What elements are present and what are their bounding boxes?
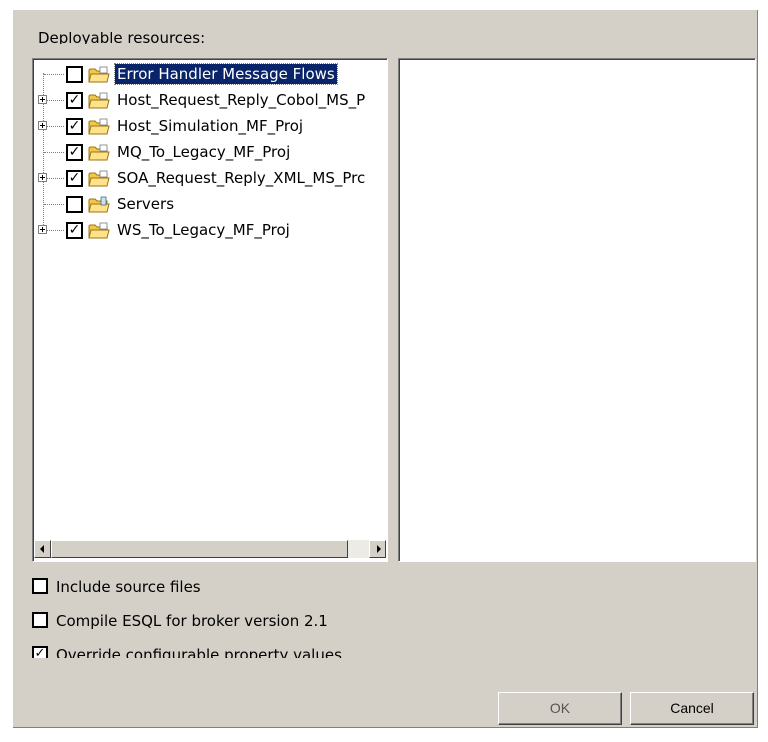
horizontal-scrollbar[interactable]: [34, 540, 386, 558]
project-folder-icon: [88, 144, 110, 161]
expand-plus-icon[interactable]: [38, 121, 47, 130]
tree-item-checkbox[interactable]: ✓: [66, 222, 83, 239]
project-folder-icon: [88, 66, 110, 83]
expand-plus-icon[interactable]: [38, 225, 47, 234]
tree-item-checkbox[interactable]: ✓: [66, 118, 83, 135]
servers-folder-icon: [88, 196, 110, 213]
compile-esql-label: Compile ESQL for broker version 2.1: [56, 612, 328, 630]
dialog-frame-right: [758, 0, 768, 742]
tree-item-checkbox[interactable]: ✓: [66, 170, 83, 187]
tree-item-ws-to-legacy[interactable]: ✓ WS_To_Legacy_MF_Proj: [33, 219, 387, 241]
tree-connector: [44, 126, 64, 127]
dialog-frame-top: [0, 0, 768, 10]
override-props-label: Override configurable property values: [56, 646, 342, 658]
tree-item-label: SOA_Request_Reply_XML_MS_Prc: [117, 169, 366, 187]
deployable-resources-tree[interactable]: Error Handler Message Flows ✓ Host_Reque…: [32, 58, 388, 562]
include-source-checkbox[interactable]: [32, 578, 48, 594]
tree-item-mq-to-legacy[interactable]: ✓ MQ_To_Legacy_MF_Proj: [33, 141, 387, 163]
expand-plus-icon[interactable]: [38, 95, 47, 104]
tree-item-checkbox[interactable]: ✓: [66, 92, 83, 109]
compile-esql-checkbox[interactable]: [32, 612, 48, 628]
dialog-border-right: [757, 10, 758, 728]
tree-item-label: Error Handler Message Flows: [114, 63, 338, 85]
project-folder-icon: [88, 222, 110, 239]
tree-item-soa-request-reply[interactable]: ✓ SOA_Request_Reply_XML_MS_Prc: [33, 167, 387, 189]
tree-connector: [44, 204, 64, 205]
expand-plus-icon[interactable]: [38, 173, 47, 182]
tree-connector: [44, 152, 64, 153]
tree-item-label: WS_To_Legacy_MF_Proj: [117, 221, 290, 239]
override-props-clip: ✓ Override configurable property values: [32, 645, 532, 658]
resource-details-panel: [398, 58, 756, 562]
tree-item-label: Servers: [117, 195, 175, 213]
project-folder-icon: [88, 170, 110, 187]
section-label: Deployable resources:: [38, 32, 206, 44]
project-folder-icon: [88, 118, 110, 135]
cancel-button[interactable]: Cancel: [630, 692, 754, 725]
scrollbar-thumb[interactable]: [51, 540, 348, 558]
scroll-left-arrow-icon[interactable]: [34, 540, 51, 558]
tree-item-checkbox[interactable]: [66, 196, 83, 213]
tree-item-checkbox[interactable]: ✓: [66, 144, 83, 161]
tree-item-servers[interactable]: Servers: [33, 193, 387, 215]
tree-item-host-simulation[interactable]: ✓ Host_Simulation_MF_Proj: [33, 115, 387, 137]
tree-item-label: MQ_To_Legacy_MF_Proj: [117, 143, 291, 161]
include-source-label: Include source files: [56, 578, 201, 596]
compile-esql-option[interactable]: Compile ESQL for broker version 2.1: [32, 611, 532, 631]
tree-connector: [44, 178, 64, 179]
tree-connector: [44, 230, 64, 231]
scroll-right-arrow-icon[interactable]: [369, 540, 386, 558]
include-source-option[interactable]: Include source files: [32, 577, 532, 597]
tree-item-error-handler[interactable]: Error Handler Message Flows: [33, 63, 387, 85]
ok-button[interactable]: OK: [498, 692, 622, 725]
dialog-border-bottom: [13, 727, 758, 728]
override-props-option[interactable]: ✓ Override configurable property values: [32, 645, 532, 658]
dialog-frame-left: [0, 0, 13, 742]
tree-item-label: Host_Request_Reply_Cobol_MS_P: [117, 91, 366, 109]
tree-connector: [44, 74, 64, 75]
project-folder-icon: [88, 92, 110, 109]
override-props-checkbox[interactable]: ✓: [32, 646, 48, 658]
tree-item-host-request-reply[interactable]: ✓ Host_Request_Reply_Cobol_MS_P: [33, 89, 387, 111]
dialog-frame-bottom: [0, 728, 768, 742]
tree-connector: [44, 100, 64, 101]
tree-item-label: Host_Simulation_MF_Proj: [117, 117, 304, 135]
tree-item-checkbox[interactable]: [66, 66, 83, 83]
